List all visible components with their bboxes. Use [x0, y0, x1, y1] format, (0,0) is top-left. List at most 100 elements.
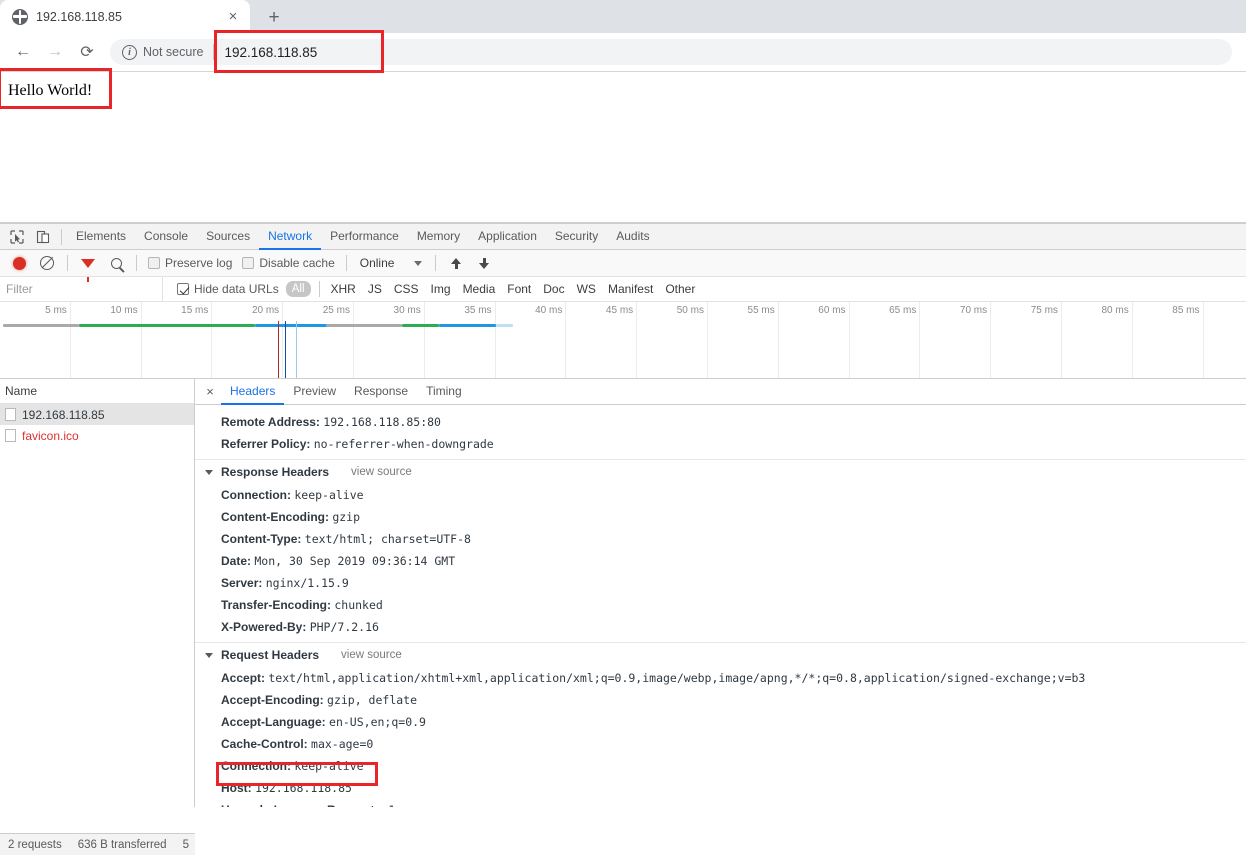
- devtools-tab-audits[interactable]: Audits: [607, 224, 658, 250]
- filter-type-all[interactable]: All: [286, 281, 311, 297]
- request-detail-pane: × Headers Preview Response Timing Remote…: [195, 379, 1246, 807]
- filter-type-css[interactable]: CSS: [388, 282, 425, 296]
- document-icon: [5, 408, 16, 421]
- view-source-link[interactable]: view source: [351, 466, 412, 478]
- search-icon[interactable]: [103, 251, 129, 275]
- browser-tab[interactable]: 192.168.118.85 ×: [0, 0, 250, 33]
- header-row: X-Powered-By: PHP/7.2.16: [195, 616, 1246, 638]
- new-tab-button[interactable]: +: [260, 3, 288, 31]
- throttle-select[interactable]: Online: [354, 256, 429, 270]
- header-key: Accept:: [221, 671, 265, 685]
- address-bar[interactable]: i Not secure 192.168.118.85: [110, 39, 1232, 65]
- disable-cache-label: Disable cache: [259, 256, 334, 270]
- header-key: Connection:: [221, 759, 291, 773]
- reload-icon[interactable]: ⟳: [72, 37, 102, 67]
- checkbox-box: [177, 283, 189, 295]
- detail-tab-headers[interactable]: Headers: [221, 379, 284, 405]
- request-list-header[interactable]: Name: [0, 379, 194, 404]
- detail-tab-preview[interactable]: Preview: [284, 379, 345, 405]
- upload-arrow-icon[interactable]: [443, 251, 469, 275]
- filter-type-manifest[interactable]: Manifest: [602, 282, 659, 296]
- globe-icon: [12, 9, 28, 25]
- close-icon[interactable]: ×: [199, 380, 221, 404]
- filter-type-xhr[interactable]: XHR: [325, 282, 362, 296]
- waterfall-bar-segment: [326, 324, 402, 327]
- header-row: Upgrade-Insecure-Requests: 1: [195, 799, 1246, 807]
- header-key: Date:: [221, 554, 251, 568]
- detail-tab-response[interactable]: Response: [345, 379, 417, 405]
- waterfall-bar-segment: [79, 324, 255, 327]
- security-status-label: Not secure: [143, 45, 203, 59]
- timeline-event-line: [296, 321, 297, 379]
- filter-type-doc[interactable]: Doc: [537, 282, 570, 296]
- header-row: Accept: text/html,application/xhtml+xml,…: [195, 667, 1246, 689]
- hide-data-urls-checkbox[interactable]: Hide data URLs: [173, 282, 283, 296]
- table-row[interactable]: favicon.ico: [0, 425, 194, 446]
- devtools-tab-elements[interactable]: Elements: [67, 224, 135, 250]
- devtools-tab-console[interactable]: Console: [135, 224, 197, 250]
- browser-toolbar: ← → ⟳ i Not secure 192.168.118.85: [0, 33, 1246, 72]
- disable-cache-checkbox[interactable]: Disable cache: [238, 256, 338, 270]
- header-value: keep-alive: [294, 488, 363, 502]
- devtools-tab-application[interactable]: Application: [469, 224, 546, 250]
- devtools-tab-performance[interactable]: Performance: [321, 224, 408, 250]
- devtools-tab-security[interactable]: Security: [546, 224, 607, 250]
- checkbox-box: [242, 257, 254, 269]
- network-filter-bar: Filter Hide data URLs All XHR JS CSS Img…: [0, 277, 1246, 302]
- timeline-event-line: [285, 321, 286, 379]
- filter-type-other[interactable]: Other: [659, 282, 701, 296]
- view-source-link[interactable]: view source: [341, 649, 402, 661]
- devtools-tab-memory[interactable]: Memory: [408, 224, 469, 250]
- headers-content: Remote Address: 192.168.118.85:80 Referr…: [195, 405, 1246, 807]
- request-headers-section-header[interactable]: Request Headers view source: [195, 642, 1246, 667]
- clear-icon[interactable]: [34, 251, 60, 275]
- header-row: Content-Encoding: gzip: [195, 506, 1246, 528]
- detail-tab-timing[interactable]: Timing: [417, 379, 471, 405]
- download-arrow-icon[interactable]: [471, 251, 497, 275]
- request-list: Name 192.168.118.85 favicon.ico: [0, 379, 195, 807]
- filter-input[interactable]: Filter: [0, 277, 163, 302]
- forward-icon[interactable]: →: [40, 37, 70, 67]
- funnel-icon[interactable]: [75, 251, 101, 275]
- back-icon[interactable]: ←: [8, 37, 38, 67]
- network-overview-waterfall[interactable]: 5 ms10 ms15 ms20 ms25 ms30 ms35 ms40 ms4…: [0, 302, 1246, 379]
- url-input[interactable]: 192.168.118.85: [224, 45, 317, 60]
- header-value: gzip, deflate: [327, 693, 417, 707]
- throttle-value: Online: [360, 256, 395, 270]
- response-headers-section-header[interactable]: Response Headers view source: [195, 459, 1246, 484]
- header-value: 192.168.118.85: [255, 781, 352, 795]
- devtools-tab-network[interactable]: Network: [259, 224, 321, 250]
- transferred-size: 636 B transferred: [70, 839, 175, 851]
- header-key: Cache-Control:: [221, 737, 308, 751]
- filter-type-media[interactable]: Media: [457, 282, 502, 296]
- header-value: 192.168.118.85:80: [323, 415, 441, 429]
- header-row: Content-Type: text/html; charset=UTF-8: [195, 528, 1246, 550]
- header-value: nginx/1.15.9: [266, 576, 349, 590]
- timeline-event-line: [278, 321, 279, 379]
- header-key: Content-Encoding:: [221, 510, 329, 524]
- omnibox-divider: [213, 44, 214, 60]
- inspect-element-icon[interactable]: [4, 225, 30, 249]
- request-name: favicon.ico: [22, 429, 79, 443]
- header-row: Referrer Policy: no-referrer-when-downgr…: [195, 433, 1246, 455]
- finish-time: 5: [175, 839, 195, 851]
- filter-type-ws[interactable]: WS: [571, 282, 602, 296]
- network-status-bar: 2 requests 636 B transferred 5: [0, 833, 195, 855]
- header-key: Content-Type:: [221, 532, 301, 546]
- record-dot-icon[interactable]: [6, 251, 32, 275]
- info-circle-icon[interactable]: i: [122, 45, 137, 60]
- devtools-tab-sources[interactable]: Sources: [197, 224, 259, 250]
- close-icon[interactable]: ×: [224, 8, 242, 26]
- page-viewport: Hello World!: [0, 72, 1246, 223]
- header-value: 1: [388, 803, 395, 807]
- table-row[interactable]: 192.168.118.85: [0, 404, 194, 425]
- header-value: keep-alive: [294, 759, 363, 773]
- device-toolbar-icon[interactable]: [30, 225, 56, 249]
- requests-count: 2 requests: [0, 839, 70, 851]
- filter-type-js[interactable]: JS: [362, 282, 388, 296]
- preserve-log-checkbox[interactable]: Preserve log: [144, 256, 236, 270]
- filter-type-font[interactable]: Font: [501, 282, 537, 296]
- toolbar-divider: [346, 255, 347, 271]
- filter-type-img[interactable]: Img: [425, 282, 457, 296]
- toolbar-divider: [319, 281, 320, 297]
